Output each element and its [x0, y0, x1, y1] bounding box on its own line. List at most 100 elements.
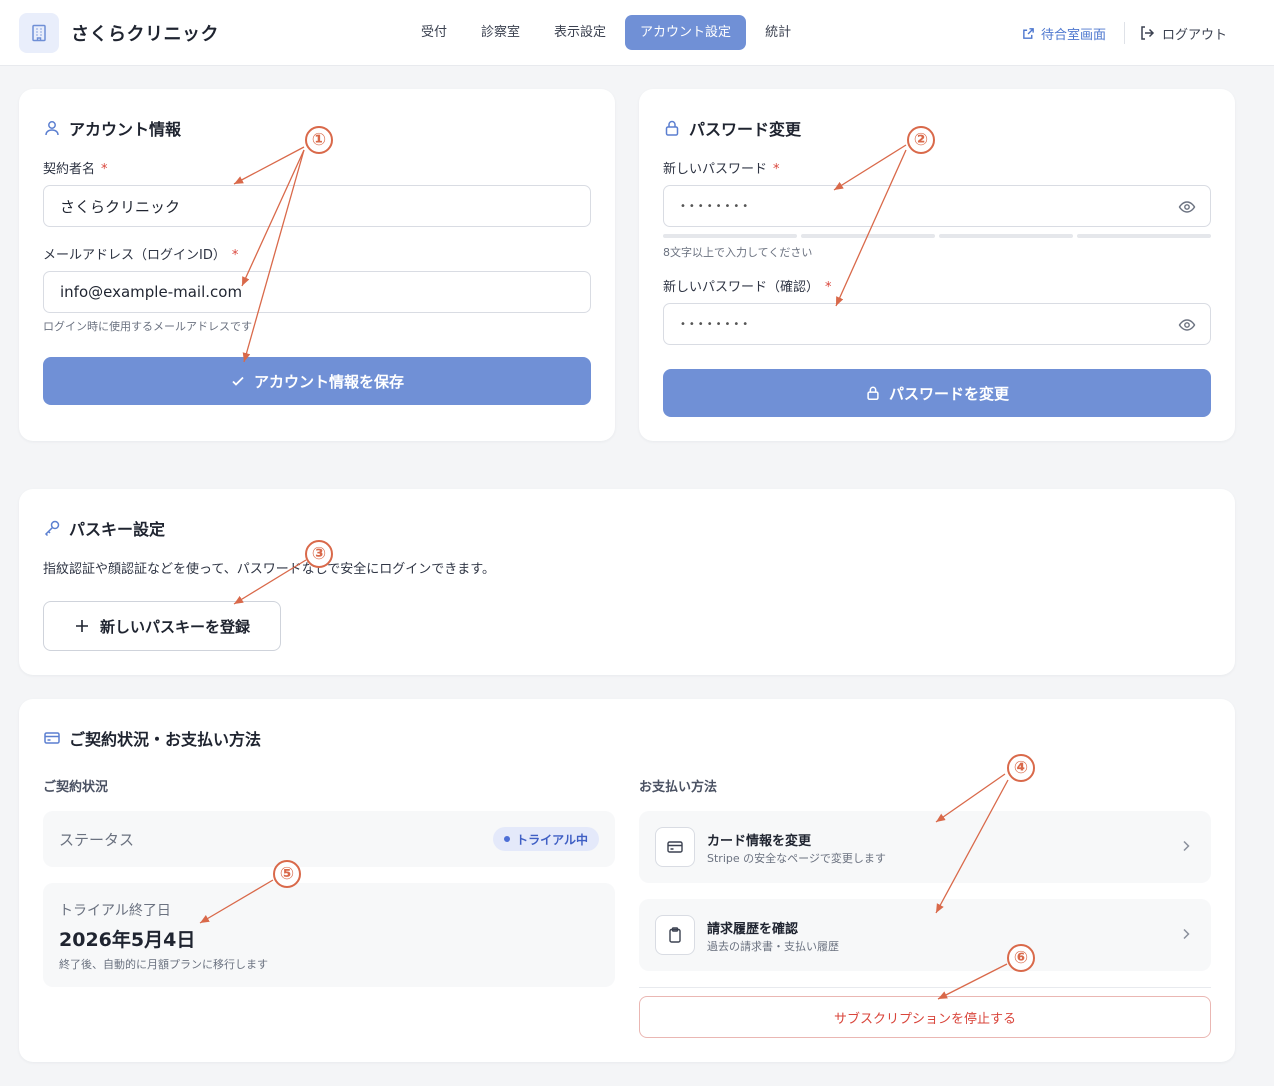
- billing-history-row[interactable]: 請求履歴を確認 過去の請求書・支払い履歴: [639, 899, 1211, 971]
- waiting-room-link[interactable]: 待合室画面: [1022, 22, 1106, 44]
- password-title: パスワード変更: [663, 116, 801, 140]
- trial-end-panel: トライアル終了日 2026年5月4日 終了後、自動的に月額プランに移行します: [43, 883, 615, 987]
- user-icon: [45, 121, 59, 136]
- status-label: ステータス: [59, 831, 135, 849]
- confirm-password-input[interactable]: ••••••••: [663, 303, 1211, 345]
- chevron-right-icon: [1183, 840, 1190, 852]
- brand-name: さくらクリニック: [71, 24, 219, 45]
- new-password-value: ••••••••: [680, 200, 752, 212]
- change-card-subtitle: Stripe の安全なページで変更します: [707, 852, 886, 865]
- status-badge: トライアル中: [493, 827, 599, 851]
- name-label: 契約者名 *: [43, 158, 108, 177]
- new-password-input[interactable]: ••••••••: [663, 185, 1211, 227]
- lock-icon: [665, 120, 679, 136]
- clipboard-icon-box: [655, 915, 695, 955]
- confirm-password-value: ••••••••: [680, 318, 752, 330]
- eye-icon[interactable]: [1178, 198, 1196, 216]
- chevron-right-icon: [1183, 928, 1190, 940]
- email-input[interactable]: info@example-mail.com: [43, 271, 591, 313]
- contractor-name-value: さくらクリニック: [60, 197, 181, 216]
- account-info-title: アカウント情報: [43, 116, 181, 140]
- email-help-text: ログイン時に使用するメールアドレスです: [43, 320, 252, 333]
- annotation-number: ④: [1007, 754, 1035, 782]
- passkey-title: パスキー設定: [43, 516, 165, 540]
- clinic-logo: [19, 13, 59, 53]
- register-passkey-button[interactable]: 新しいパスキーを登録: [43, 601, 281, 651]
- key-icon: [44, 520, 60, 537]
- status-badge-text: トライアル中: [516, 832, 588, 847]
- plus-icon: [75, 620, 88, 632]
- confirm-password-label-text: 新しいパスワード（確認）: [663, 280, 820, 295]
- contract-status-heading: ご契約状況: [43, 780, 109, 795]
- external-link-icon: [1023, 27, 1034, 39]
- payment-divider: [639, 987, 1211, 988]
- passkey-description: 指紋認証や顔認証などを使って、パスワードなしで安全にログインできます。: [43, 562, 496, 577]
- credit-card-icon: [667, 841, 683, 853]
- credit-card-icon: [44, 732, 60, 744]
- nav-display-settings[interactable]: 表示設定: [539, 15, 621, 50]
- trial-end-date: 2026年5月4日: [59, 929, 196, 951]
- required-mark: *: [773, 162, 780, 177]
- check-icon: [232, 376, 244, 386]
- annotation-number: ②: [907, 126, 935, 154]
- main-nav: 受付 診察室 表示設定 アカウント設定 統計: [406, 15, 810, 50]
- confirm-password-label: 新しいパスワード（確認） *: [663, 276, 832, 295]
- name-label-text: 契約者名: [43, 162, 96, 177]
- change-card-title: カード情報を変更: [707, 834, 812, 849]
- clipboard-icon: [669, 927, 681, 943]
- passkey-title-text: パスキー設定: [69, 520, 166, 539]
- contractor-name-input[interactable]: さくらクリニック: [43, 185, 591, 227]
- passkey-card: パスキー設定 指紋認証や顔認証などを使って、パスワードなしで安全にログインできま…: [19, 489, 1235, 675]
- status-dot: [504, 836, 511, 842]
- email-label-text: メールアドレス（ログインID）: [43, 248, 226, 263]
- password-card: パスワード変更 新しいパスワード * •••••••• 8文字以上で入力してくださ…: [639, 89, 1235, 441]
- cancel-subscription-label: サブスクリプションを停止する: [833, 1011, 1016, 1027]
- change-card-row[interactable]: カード情報を変更 Stripe の安全なページで変更します: [639, 811, 1211, 883]
- strength-bar-3: [939, 234, 1073, 238]
- new-password-label-text: 新しいパスワード: [663, 162, 768, 177]
- email-value: info@example-mail.com: [60, 283, 243, 301]
- trial-note: 終了後、自動的に月額プランに移行します: [59, 958, 268, 971]
- password-title-text: パスワード変更: [689, 120, 802, 139]
- top-bar: さくらクリニック 受付 診察室 表示設定 アカウント設定 統計 待合室画面 ログ…: [0, 0, 1274, 66]
- save-account-button[interactable]: アカウント情報を保存: [43, 357, 591, 405]
- email-label: メールアドレス（ログインID） *: [43, 244, 238, 263]
- register-passkey-label: 新しいパスキーを登録: [99, 617, 250, 636]
- billing-history-subtitle: 過去の請求書・支払い履歴: [707, 940, 839, 953]
- annotation-number: ⑤: [273, 860, 301, 888]
- password-help-text: 8文字以上で入力してください: [663, 246, 813, 259]
- payment-method-heading: お支払い方法: [639, 780, 718, 795]
- status-panel: ステータス トライアル中: [43, 811, 615, 867]
- card-icon-box: [655, 827, 695, 867]
- change-password-button[interactable]: パスワードを変更: [663, 369, 1211, 417]
- logout-button[interactable]: ログアウト: [1138, 22, 1227, 44]
- required-mark: *: [231, 248, 239, 263]
- billing-history-title: 請求履歴を確認: [707, 922, 799, 937]
- contract-card: ご契約状況・お支払い方法 ご契約状況 ステータス トライアル中 トライアル終了日…: [19, 699, 1235, 1062]
- nav-exam-room[interactable]: 診察室: [466, 15, 535, 50]
- required-mark: *: [101, 162, 108, 177]
- logout-icon: [1141, 26, 1155, 40]
- account-info-title-text: アカウント情報: [69, 120, 182, 139]
- strength-bar-2: [801, 234, 935, 238]
- strength-bar-4: [1077, 234, 1211, 238]
- building-icon: [32, 24, 46, 42]
- trial-end-label: トライアル終了日: [59, 903, 171, 919]
- annotation-number: ③: [305, 540, 333, 568]
- nav-reception[interactable]: 受付: [406, 15, 462, 50]
- annotation-number: ①: [305, 126, 333, 154]
- nav-statistics[interactable]: 統計: [750, 15, 806, 50]
- nav-account-settings[interactable]: アカウント設定: [625, 15, 747, 50]
- logout-label: ログアウト: [1162, 27, 1228, 43]
- annotation-number: ⑥: [1007, 944, 1035, 972]
- waiting-room-label: 待合室画面: [1041, 27, 1107, 43]
- contract-title: ご契約状況・お支払い方法: [43, 726, 261, 750]
- new-password-label: 新しいパスワード *: [663, 158, 780, 177]
- cancel-subscription-button[interactable]: サブスクリプションを停止する: [639, 996, 1211, 1038]
- save-account-label: アカウント情報を保存: [253, 372, 404, 391]
- header-divider: [1124, 22, 1125, 44]
- required-mark: *: [825, 280, 832, 295]
- strength-bar-1: [663, 234, 797, 238]
- change-password-label: パスワードを変更: [888, 384, 1009, 403]
- eye-icon[interactable]: [1178, 316, 1196, 334]
